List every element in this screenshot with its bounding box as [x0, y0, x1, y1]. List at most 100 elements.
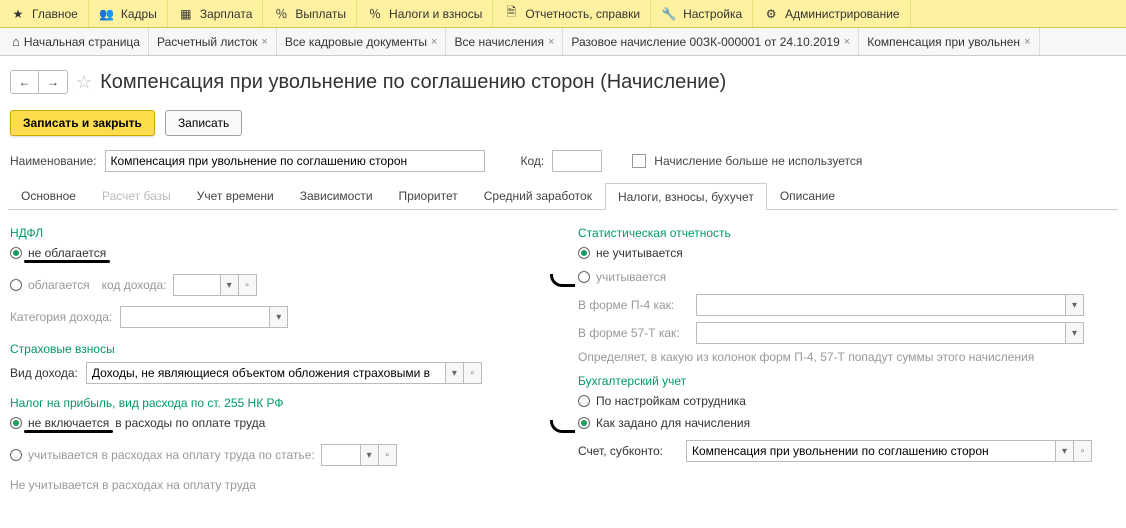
dropdown-icon[interactable]: ▾	[221, 274, 239, 296]
insurance-title: Страховые взносы	[10, 342, 548, 356]
doc-tab[interactable]: Все начисления×	[446, 28, 563, 55]
right-column: Статистическая отчетность не учитывается…	[578, 220, 1116, 502]
acc-by-employee-radio[interactable]	[578, 395, 590, 407]
p57-combo[interactable]: ▾	[696, 322, 1084, 344]
name-input[interactable]	[105, 150, 485, 172]
ndfl-not-taxed-label: не облагается	[28, 246, 106, 260]
acc-as-set-label: Как задано для начисления	[596, 416, 750, 430]
name-label: Наименование:	[10, 154, 97, 168]
close-icon[interactable]: ×	[1024, 36, 1030, 48]
section-Налоги и взносы[interactable]: ％Налоги и взносы	[357, 0, 493, 27]
dropdown-icon[interactable]: ▾	[361, 444, 379, 466]
section-Выплаты[interactable]: ％Выплаты	[263, 0, 357, 27]
income-type-label: Вид дохода:	[10, 366, 78, 380]
stat-not-counted-label: не учитывается	[596, 246, 683, 260]
close-icon[interactable]: ×	[431, 36, 437, 48]
open-icon[interactable]: ▫	[379, 444, 397, 466]
command-bar: Записать и закрыть Записать	[0, 102, 1126, 150]
calendar-icon: ▦	[178, 6, 194, 22]
dropdown-icon[interactable]: ▾	[270, 306, 288, 328]
nav-forward-button[interactable]: →	[39, 71, 67, 93]
title-bar: ← → ☆ Компенсация при увольнение по согл…	[0, 56, 1126, 102]
profit-info-text: Не учитывается в расходах на оплату труд…	[10, 478, 548, 492]
ndfl-taxed-radio[interactable]	[10, 279, 22, 291]
p4-combo[interactable]: ▾	[696, 294, 1084, 316]
section-Администрирование[interactable]: ⚙Администрирование	[753, 0, 910, 27]
account-label: Счет, субконто:	[578, 444, 678, 458]
section-Кадры[interactable]: 👥Кадры	[89, 0, 168, 27]
profit-article-combo[interactable]: ▾ ▫	[321, 444, 397, 466]
open-icon[interactable]: ▫	[1074, 440, 1092, 462]
stat-note: Определяет, в какую из колонок форм П-4,…	[578, 350, 1116, 364]
profit-not-included-radio[interactable]	[10, 417, 22, 429]
percent2-icon: ％	[367, 6, 383, 22]
income-code-combo[interactable]: ▾ ▫	[173, 274, 257, 296]
ndfl-title: НДФЛ	[10, 226, 548, 240]
p57-label: В форме 57-Т как:	[578, 326, 688, 340]
unused-checkbox[interactable]	[632, 154, 646, 168]
dropdown-icon[interactable]: ▾	[1056, 440, 1074, 462]
form-tab-4[interactable]: Приоритет	[386, 182, 471, 209]
profit-tax-title: Налог на прибыль, вид расхода по ст. 255…	[10, 396, 548, 410]
form-tab-7[interactable]: Описание	[767, 182, 848, 209]
dropdown-icon[interactable]: ▾	[1066, 294, 1084, 316]
code-input[interactable]	[552, 150, 602, 172]
section-Отчетность, справки[interactable]: 🗎Отчетность, справки	[493, 0, 651, 27]
people-icon: 👥	[99, 6, 115, 22]
section-Настройка[interactable]: 🔧Настройка	[651, 0, 753, 27]
p57-input[interactable]	[696, 322, 1066, 344]
acc-as-set-radio[interactable]	[578, 417, 590, 429]
form-tabs: ОсновноеРасчет базыУчет времениЗависимос…	[8, 182, 1118, 210]
profit-not-included-label: не включается	[28, 416, 109, 430]
account-combo[interactable]: ▾ ▫	[686, 440, 1092, 462]
doc-tab[interactable]: Все кадровые документы×	[277, 28, 447, 55]
stat-counted-label: учитывается	[596, 270, 666, 284]
wrench-icon: 🔧	[661, 6, 677, 22]
close-icon[interactable]: ×	[548, 36, 554, 48]
open-icon[interactable]: ▫	[464, 362, 482, 384]
tab-panel: НДФЛ не облагается облагается код дохода…	[0, 210, 1126, 512]
profit-included-radio[interactable]	[10, 449, 22, 461]
form-tab-5[interactable]: Средний заработок	[471, 182, 605, 209]
doc-tab[interactable]: ⌂Начальная страница	[4, 28, 149, 55]
close-icon[interactable]: ×	[261, 36, 267, 48]
form-tab-3[interactable]: Зависимости	[287, 182, 386, 209]
favorite-star-icon[interactable]: ☆	[76, 72, 92, 93]
p4-input[interactable]	[696, 294, 1066, 316]
dropdown-icon[interactable]: ▾	[446, 362, 464, 384]
star-icon: ★	[10, 6, 26, 22]
form-tab-6[interactable]: Налоги, взносы, бухучет	[605, 183, 767, 210]
save-button[interactable]: Записать	[165, 110, 242, 136]
section-Главное[interactable]: ★Главное	[0, 0, 89, 27]
section-Зарплата[interactable]: ▦Зарплата	[168, 0, 264, 27]
close-icon[interactable]: ×	[844, 36, 850, 48]
doc-tab[interactable]: Разовое начисление 00ЗК-000001 от 24.10.…	[563, 28, 859, 55]
doc-tab[interactable]: Компенсация при увольнен×	[859, 28, 1039, 55]
account-input[interactable]	[686, 440, 1056, 462]
profit-included-label: учитывается в расходах на оплату труда п…	[28, 448, 315, 462]
page-title: Компенсация при увольнение по соглашению…	[100, 71, 726, 94]
income-category-label: Категория дохода:	[10, 310, 112, 324]
dropdown-icon[interactable]: ▾	[1066, 322, 1084, 344]
document-tabs: ⌂Начальная страницаРасчетный листок×Все …	[0, 28, 1126, 56]
profit-article-input[interactable]	[321, 444, 361, 466]
profit-not-included-suffix: в расходы по оплате труда	[115, 416, 265, 430]
app-sections-bar: ★Главное👥Кадры▦Зарплата％Выплаты％Налоги и…	[0, 0, 1126, 28]
income-type-combo[interactable]: ▾ ▫	[86, 362, 482, 384]
income-type-input[interactable]	[86, 362, 446, 384]
nav-back-button[interactable]: ←	[11, 71, 39, 93]
doc-tab[interactable]: Расчетный листок×	[149, 28, 277, 55]
p4-label: В форме П-4 как:	[578, 298, 688, 312]
save-and-close-button[interactable]: Записать и закрыть	[10, 110, 155, 136]
open-icon[interactable]: ▫	[239, 274, 257, 296]
stat-counted-radio[interactable]	[578, 271, 590, 283]
unused-label: Начисление больше не используется	[654, 154, 862, 168]
income-code-input[interactable]	[173, 274, 221, 296]
income-category-input[interactable]	[120, 306, 270, 328]
stat-not-counted-radio[interactable]	[578, 247, 590, 259]
ndfl-not-taxed-radio[interactable]	[10, 247, 22, 259]
form-tab-2[interactable]: Учет времени	[184, 182, 287, 209]
ndfl-taxed-label: облагается	[28, 278, 90, 292]
form-tab-0[interactable]: Основное	[8, 182, 89, 209]
income-category-combo[interactable]: ▾	[120, 306, 288, 328]
